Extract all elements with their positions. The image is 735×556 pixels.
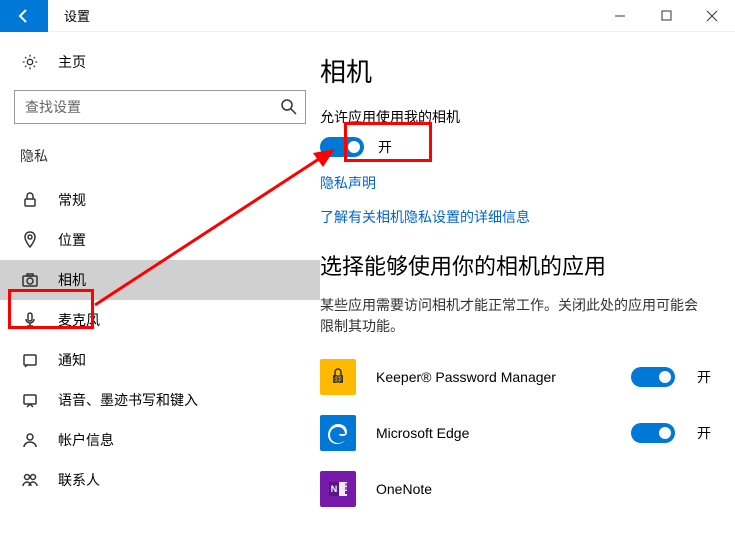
section-label: 隐私 [0, 146, 320, 166]
speech-icon [20, 390, 40, 410]
gear-icon [20, 52, 40, 72]
nav-item-notifications[interactable]: 通知 [0, 340, 320, 380]
master-toggle-label: 开 [378, 137, 392, 157]
app-row: N OneNote [320, 471, 711, 507]
minimize-button[interactable] [597, 0, 643, 32]
window-controls [597, 0, 735, 32]
app-row: @ Keeper® Password Manager 开 [320, 359, 711, 395]
onenote-app-icon: N [320, 471, 356, 507]
back-arrow-icon [16, 8, 32, 24]
page-heading: 相机 [320, 52, 711, 89]
choose-heading: 选择能够使用你的相机的应用 [320, 249, 711, 281]
microphone-icon [20, 310, 40, 330]
master-toggle-row: 开 [320, 137, 711, 157]
nav-item-microphone[interactable]: 麦克风 [0, 300, 320, 340]
search-wrap [14, 90, 306, 124]
nav-item-label: 通知 [58, 350, 86, 370]
nav-item-label: 帐户信息 [58, 430, 114, 450]
app-name: OneNote [376, 481, 711, 497]
back-button[interactable] [0, 0, 48, 32]
allow-text: 允许应用使用我的相机 [320, 107, 711, 127]
close-icon [706, 10, 718, 22]
search-icon [280, 98, 298, 116]
main-pane: 相机 允许应用使用我的相机 开 隐私声明 了解有关相机隐私设置的详细信息 选择能… [320, 32, 735, 556]
nav-item-account[interactable]: 帐户信息 [0, 420, 320, 460]
nav-item-camera[interactable]: 相机 [0, 260, 320, 300]
nav-item-label: 常规 [58, 190, 86, 210]
close-button[interactable] [689, 0, 735, 32]
lock-icon [20, 190, 40, 210]
svg-text:@: @ [334, 375, 342, 384]
nav-item-contacts[interactable]: 联系人 [0, 460, 320, 500]
home-link[interactable]: 主页 [0, 52, 320, 72]
choose-desc: 某些应用需要访问相机才能正常工作。关闭此处的应用可能会限制其功能。 [320, 295, 711, 337]
nav-item-label: 联系人 [58, 470, 100, 490]
learn-more-link[interactable]: 了解有关相机隐私设置的详细信息 [320, 207, 711, 227]
titlebar: 设置 [0, 0, 735, 32]
home-label: 主页 [58, 52, 86, 72]
nav-item-label: 语音、墨迹书写和键入 [58, 390, 198, 410]
app-toggle-edge[interactable] [631, 423, 675, 443]
camera-icon [20, 270, 40, 290]
location-icon [20, 230, 40, 250]
nav-item-label: 相机 [58, 270, 86, 290]
notification-icon [20, 350, 40, 370]
app-toggle-keeper[interactable] [631, 367, 675, 387]
maximize-icon [661, 10, 672, 21]
nav-item-label: 麦克风 [58, 310, 100, 330]
maximize-button[interactable] [643, 0, 689, 32]
search-input[interactable] [14, 90, 306, 124]
sidebar: 主页 隐私 常规 位置 相机 麦克风 通知 语音、墨迹书写和键入 [0, 32, 320, 556]
privacy-link[interactable]: 隐私声明 [320, 173, 711, 193]
app-toggle-label: 开 [697, 423, 711, 443]
contacts-icon [20, 470, 40, 490]
nav-item-label: 位置 [58, 230, 86, 250]
account-icon [20, 430, 40, 450]
app-name: Microsoft Edge [376, 425, 631, 441]
app-row: Microsoft Edge 开 [320, 415, 711, 451]
nav-item-speech[interactable]: 语音、墨迹书写和键入 [0, 380, 320, 420]
svg-text:N: N [331, 484, 338, 494]
nav-item-general[interactable]: 常规 [0, 180, 320, 220]
app-toggle-label: 开 [697, 367, 711, 387]
minimize-icon [614, 10, 626, 22]
edge-app-icon [320, 415, 356, 451]
nav-item-location[interactable]: 位置 [0, 220, 320, 260]
window-title: 设置 [64, 6, 90, 25]
master-toggle[interactable] [320, 137, 364, 157]
keeper-app-icon: @ [320, 359, 356, 395]
app-name: Keeper® Password Manager [376, 369, 631, 385]
